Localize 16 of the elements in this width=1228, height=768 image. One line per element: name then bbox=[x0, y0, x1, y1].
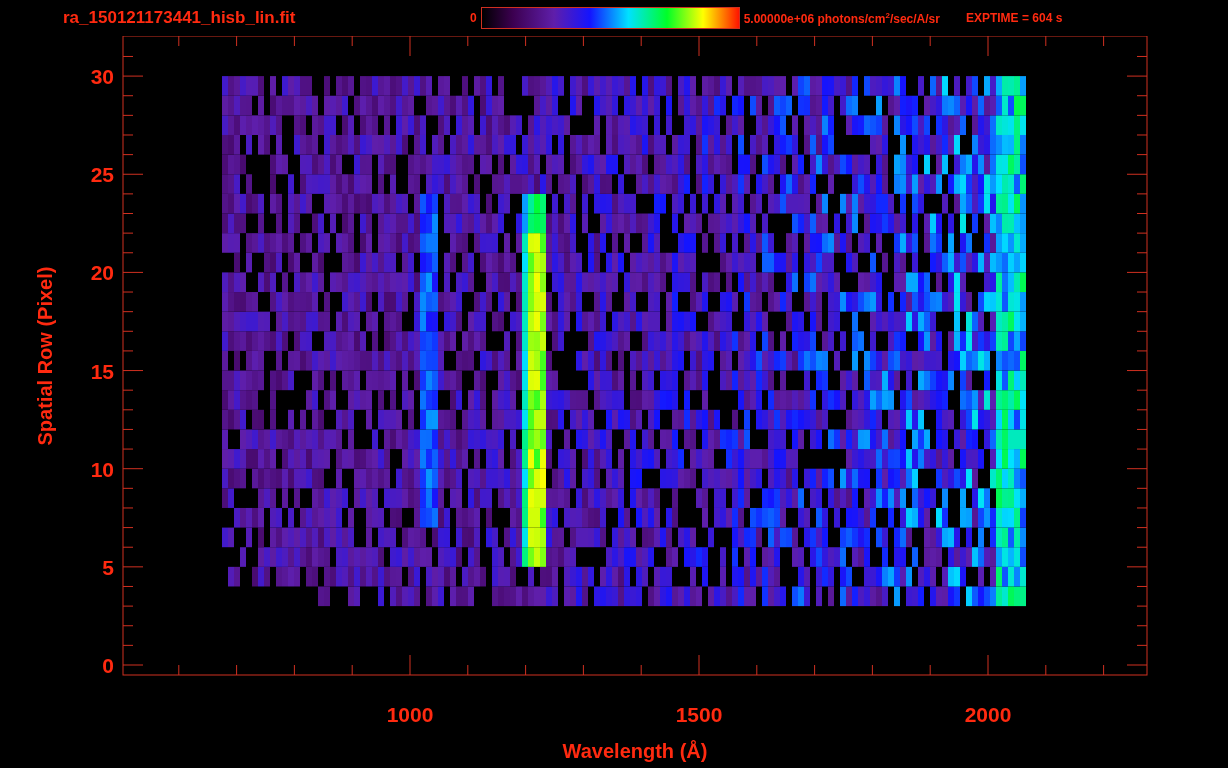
y-tick-label: 20 bbox=[90, 261, 114, 285]
file-name: ra_150121173441_hisb_lin.fit bbox=[63, 8, 297, 28]
y-tick-label: 25 bbox=[90, 163, 114, 187]
y-tick-label: 15 bbox=[90, 359, 114, 383]
x-axis-label: Wavelength (Å) bbox=[562, 740, 708, 762]
exposure-time: EXPTIME = 604 s bbox=[965, 11, 1063, 25]
y-axis-label: Spatial Row (Pixel) bbox=[34, 266, 56, 446]
y-tick-label: 0 bbox=[102, 654, 114, 677]
colorbar-max-label: 5.00000e+06 photons/cm$^{2}$/sec/A/sr bbox=[743, 10, 940, 26]
x-tick-label: 1000 bbox=[386, 703, 434, 726]
x-tick-label: 2000 bbox=[964, 703, 1012, 726]
colorbar-min-label: 0 bbox=[470, 11, 477, 25]
y-tick-label: 10 bbox=[90, 457, 114, 481]
y-tick-label: 5 bbox=[102, 555, 114, 579]
x-tick-label: 1500 bbox=[675, 703, 723, 726]
y-tick-label: 30 bbox=[90, 65, 114, 89]
